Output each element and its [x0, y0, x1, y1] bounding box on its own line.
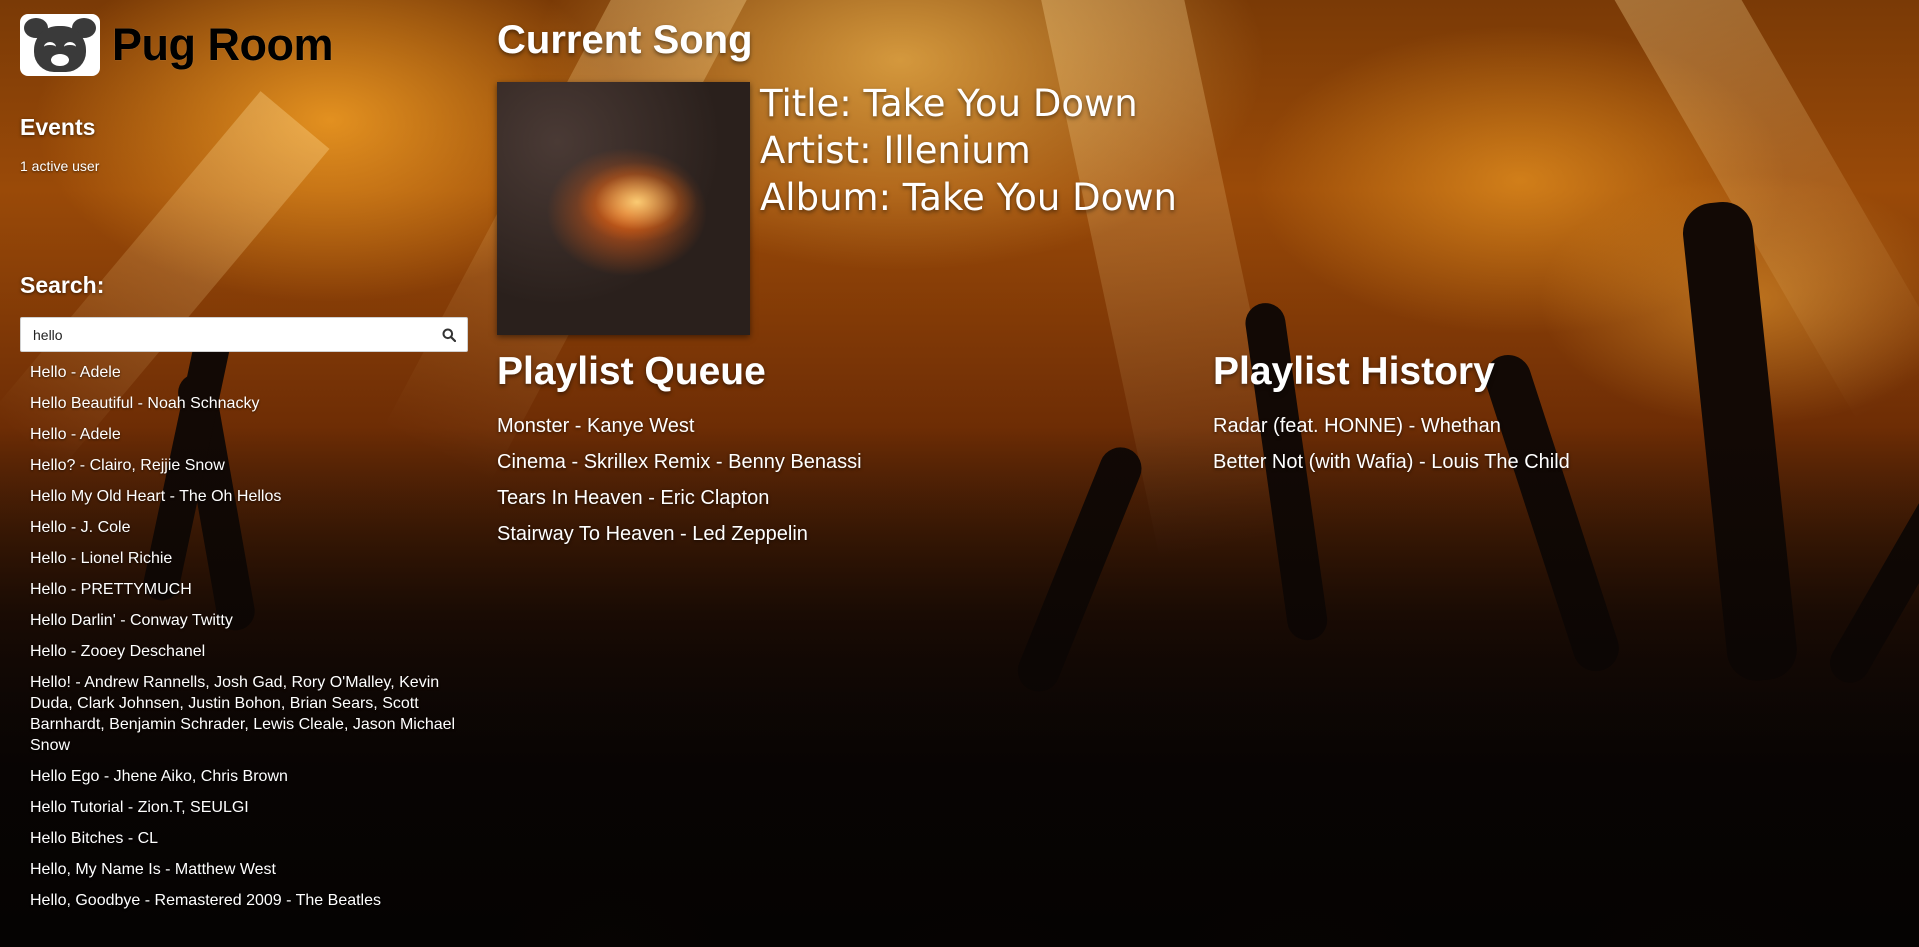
history-item: Better Not (with Wafia) - Louis The Chil… — [1213, 451, 1570, 473]
active-user-count: 1 active user — [20, 158, 100, 174]
current-song-heading: Current Song — [497, 18, 753, 62]
song-album: Album: Take You Down — [760, 176, 1177, 219]
queue-item: Cinema - Skrillex Remix - Benny Benassi — [497, 451, 862, 473]
history-item: Radar (feat. HONNE) - Whethan — [1213, 415, 1501, 437]
playlist-queue-heading: Playlist Queue — [497, 350, 766, 393]
search-result-item[interactable]: Hello? - Clairo, Rejjie Snow — [30, 455, 460, 476]
search-result-item[interactable]: Hello Darlin' - Conway Twitty — [30, 610, 460, 631]
search-result-item[interactable]: Hello - Adele — [30, 362, 460, 383]
search-result-item[interactable]: Hello! - Andrew Rannells, Josh Gad, Rory… — [30, 672, 460, 756]
brand[interactable]: Pug Room — [20, 14, 333, 76]
search-bar — [20, 317, 468, 352]
song-title: Title: Take You Down — [760, 82, 1138, 125]
search-result-item[interactable]: Hello Bitches - CL — [30, 828, 460, 849]
queue-item: Tears In Heaven - Eric Clapton — [497, 487, 770, 509]
search-result-item[interactable]: Hello Ego - Jhene Aiko, Chris Brown — [30, 766, 460, 787]
search-icon — [442, 328, 456, 342]
search-result-item[interactable]: Hello Beautiful - Noah Schnacky — [30, 393, 460, 414]
search-result-item[interactable]: Hello - PRETTYMUCH — [30, 579, 460, 600]
queue-item: Monster - Kanye West — [497, 415, 695, 437]
search-result-item[interactable]: Hello - Adele — [30, 424, 460, 445]
queue-item: Stairway To Heaven - Led Zeppelin — [497, 523, 808, 545]
search-heading: Search: — [20, 272, 105, 298]
search-results: Hello - Adele Hello Beautiful - Noah Sch… — [30, 362, 460, 921]
album-art — [497, 82, 750, 335]
playlist-queue-list: Monster - Kanye West Cinema - Skrillex R… — [497, 413, 862, 557]
events-heading: Events — [20, 114, 96, 140]
search-result-item[interactable]: Hello, Goodbye - Remastered 2009 - The B… — [30, 890, 460, 911]
playlist-history-list: Radar (feat. HONNE) - Whethan Better Not… — [1213, 413, 1570, 485]
search-result-item[interactable]: Hello - Lionel Richie — [30, 548, 460, 569]
song-artist: Artist: Illenium — [760, 129, 1031, 172]
pug-logo-icon — [20, 14, 100, 76]
search-result-item[interactable]: Hello, My Name Is - Matthew West — [30, 859, 460, 880]
brand-name: Pug Room — [112, 19, 333, 70]
search-result-item[interactable]: Hello My Old Heart - The Oh Hellos — [30, 486, 460, 507]
search-input[interactable] — [21, 319, 431, 350]
search-result-item[interactable]: Hello - J. Cole — [30, 517, 460, 538]
search-button[interactable] — [431, 318, 467, 351]
page: Pug Room Events 1 active user Search: He… — [0, 0, 1919, 947]
search-result-item[interactable]: Hello - Zooey Deschanel — [30, 641, 460, 662]
playlist-history-heading: Playlist History — [1213, 350, 1495, 393]
search-result-item[interactable]: Hello Tutorial - Zion.T, SEULGI — [30, 797, 460, 818]
